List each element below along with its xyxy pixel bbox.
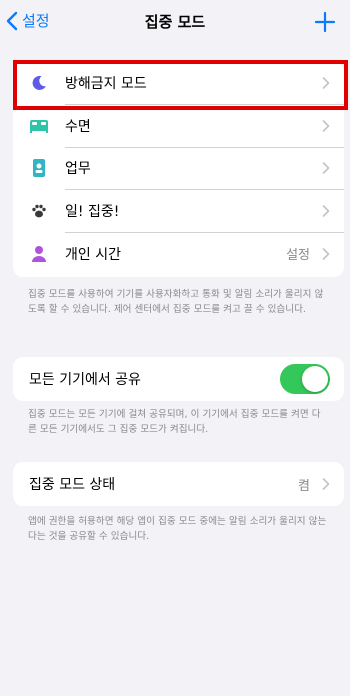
- share-across-devices-label: 모든 기기에서 공유: [29, 372, 141, 388]
- share-across-devices-group: 모든 기기에서 공유: [13, 357, 344, 401]
- focus-status-row[interactable]: 집중 모드 상태 켬: [13, 462, 344, 506]
- person-icon: [29, 244, 49, 264]
- focus-mode-label: 수면: [65, 118, 91, 135]
- back-label: 설정: [22, 12, 50, 30]
- toggle-knob: [302, 366, 328, 392]
- back-button[interactable]: 설정: [6, 10, 50, 31]
- chevron-left-icon: [6, 11, 18, 30]
- chevron-right-icon: [322, 120, 330, 132]
- paw-icon: [29, 201, 49, 221]
- focus-mode-label: 일! 집중!: [65, 204, 120, 221]
- focus-mode-label: 개인 시간: [65, 246, 121, 263]
- focus-mode-work[interactable]: 업무: [13, 147, 344, 190]
- chevron-right-icon: [322, 162, 330, 175]
- id-badge-icon: [29, 158, 49, 178]
- bed-icon: [29, 116, 49, 136]
- focus-mode-value: 설정: [286, 248, 310, 264]
- chevron-right-icon: [322, 247, 330, 260]
- highlight-box: [13, 60, 348, 110]
- page-title: 집중 모드: [144, 12, 206, 31]
- focus-status-value: 켬: [298, 478, 310, 494]
- focus-mode-label: 업무: [65, 161, 91, 178]
- share-across-devices-row: 모든 기기에서 공유: [13, 357, 344, 401]
- focus-mode-sleep[interactable]: 수면: [13, 105, 344, 148]
- focus-status-label: 집중 모드 상태: [29, 477, 116, 493]
- chevron-right-icon: [322, 478, 330, 490]
- focus-mode-personal[interactable]: 개인 시간 설정: [13, 232, 344, 275]
- navigation-bar: 설정 집중 모드: [0, 0, 350, 44]
- plus-icon[interactable]: [314, 11, 336, 33]
- focus-status-footnote: 앱에 권한을 허용하면 해당 앱이 집중 모드 중에는 알림 소리가 울리지 않…: [28, 516, 327, 542]
- focus-status-group: 집중 모드 상태 켬: [13, 462, 344, 506]
- share-footnote: 집중 모드는 모든 기기에 걸쳐 공유되며, 이 기기에서 집중 모드를 켜면 …: [28, 409, 321, 435]
- chevron-right-icon: [322, 205, 330, 217]
- focus-mode-custom[interactable]: 일! 집중!: [13, 190, 344, 233]
- share-across-devices-toggle[interactable]: [280, 364, 330, 394]
- focus-modes-footnote: 집중 모드를 사용하여 기기를 사용자화하고 통화 및 알림 소리가 울리지 않…: [28, 289, 324, 315]
